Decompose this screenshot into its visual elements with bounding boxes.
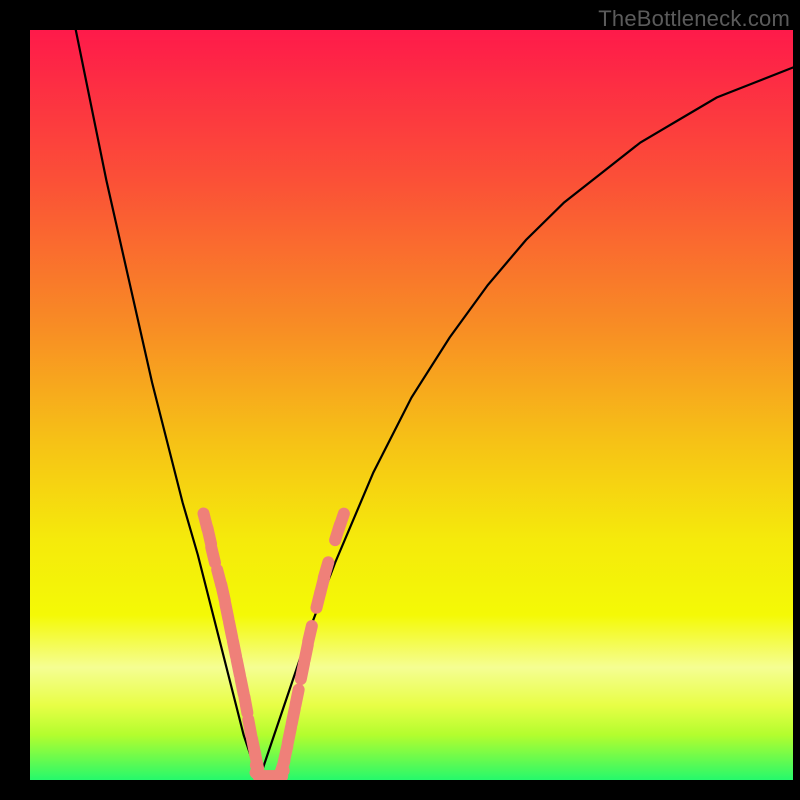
plot-area xyxy=(30,30,793,780)
chart-container: TheBottleneck.com xyxy=(0,0,800,800)
watermark-text: TheBottleneck.com xyxy=(598,6,790,32)
background-gradient xyxy=(30,30,793,780)
